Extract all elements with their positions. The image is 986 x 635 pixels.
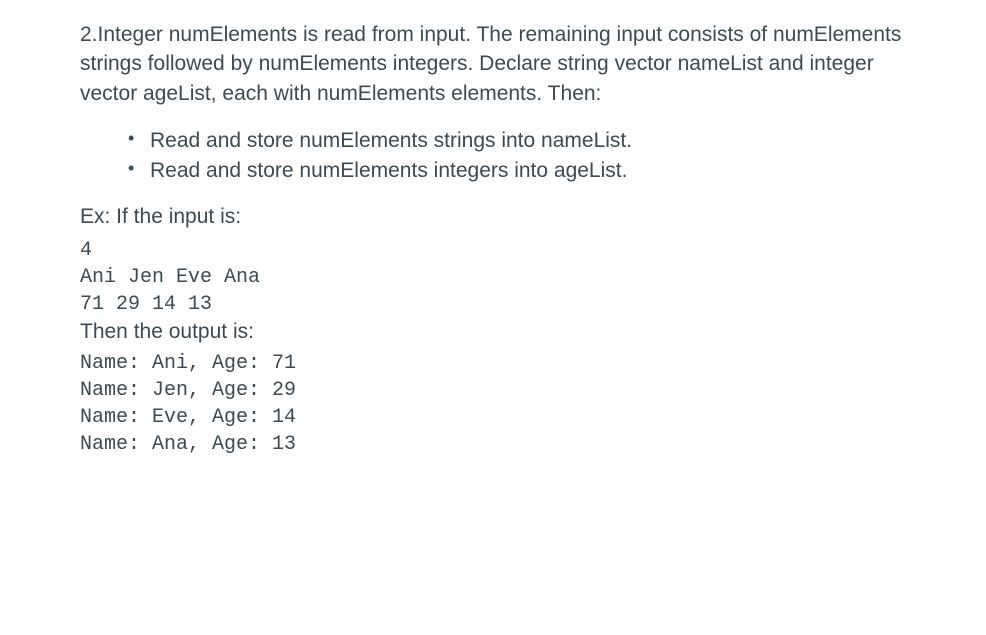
example-output-block: Name: Ani, Age: 71 Name: Jen, Age: 29 Na… bbox=[80, 350, 906, 458]
requirements-list: Read and store numElements strings into … bbox=[80, 126, 906, 185]
list-item: Read and store numElements integers into… bbox=[150, 156, 906, 185]
problem-container: 2.Integer numElements is read from input… bbox=[0, 0, 986, 478]
example-input-block: 4 Ani Jen Eve Ana 71 29 14 13 bbox=[80, 237, 906, 318]
example-input-label: Ex: If the input is: bbox=[80, 205, 906, 229]
problem-description: 2.Integer numElements is read from input… bbox=[80, 20, 906, 108]
list-item: Read and store numElements strings into … bbox=[150, 126, 906, 155]
example-output-label: Then the output is: bbox=[80, 320, 906, 344]
